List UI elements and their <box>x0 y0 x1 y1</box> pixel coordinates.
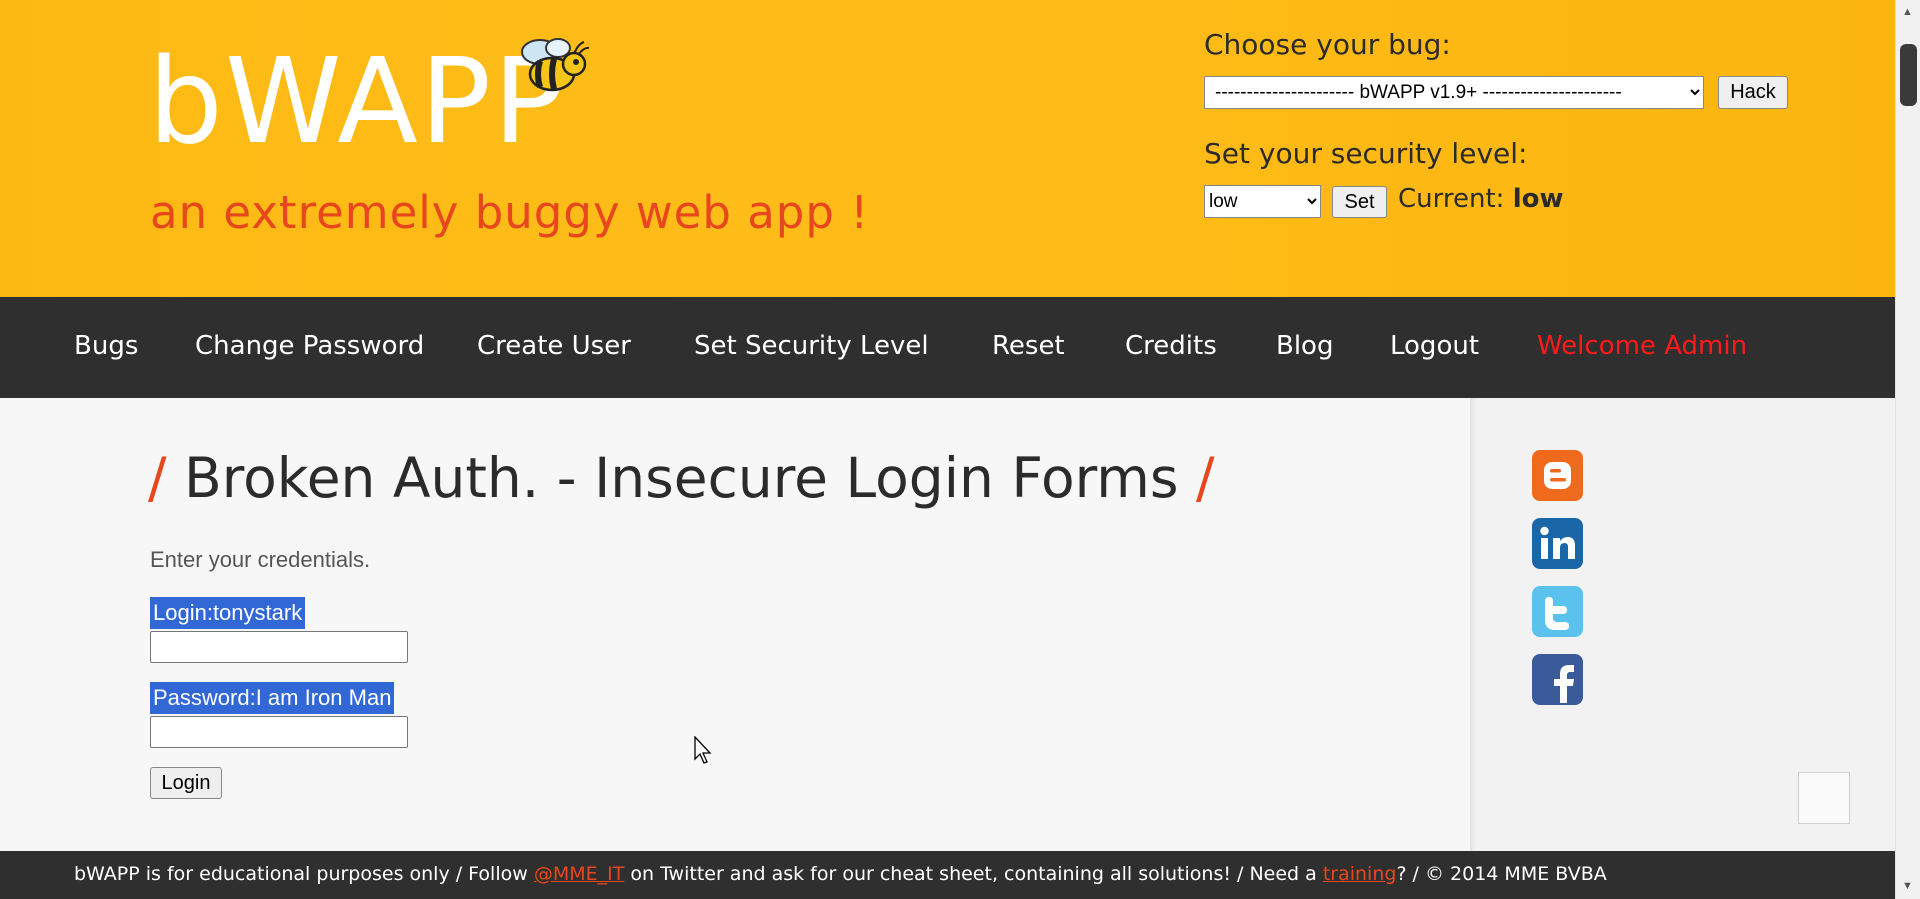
training-link[interactable]: training <box>1323 863 1397 885</box>
facebook-icon[interactable] <box>1532 654 1583 705</box>
logo: bWAPP <box>148 32 567 170</box>
nav-blog[interactable]: Blog <box>1276 331 1333 361</box>
password-input[interactable] <box>150 716 408 748</box>
footer-text: bWAPP is for educational purposes only /… <box>74 863 1607 885</box>
nav-change-password[interactable]: Change Password <box>195 331 424 361</box>
broken-image-icon <box>1798 772 1850 824</box>
scroll-down-icon[interactable]: ▼ <box>1902 880 1913 892</box>
current-label: Current: <box>1398 184 1513 214</box>
linkedin-icon[interactable] <box>1532 518 1583 569</box>
footer-text-1: bWAPP is for educational purposes only /… <box>74 863 534 885</box>
nav-credits[interactable]: Credits <box>1125 331 1217 361</box>
intro-text: Enter your credentials. <box>150 547 371 572</box>
choose-bug-label: Choose your bug: <box>1204 28 1451 61</box>
bug-select[interactable]: ---------------------- bWAPP v1.9+ -----… <box>1204 76 1704 109</box>
bee-icon <box>521 38 590 92</box>
security-level-label: Set your security level: <box>1204 137 1528 170</box>
security-level-select[interactable]: low <box>1204 185 1321 218</box>
mouse-cursor-icon <box>694 736 712 764</box>
login-input[interactable] <box>150 631 408 663</box>
nav-set-security-level[interactable]: Set Security Level <box>694 331 929 361</box>
title-slash-left: / <box>148 446 167 510</box>
nav-logout[interactable]: Logout <box>1390 331 1479 361</box>
twitter-icon[interactable] <box>1532 586 1583 637</box>
current-security-level: Current: low <box>1398 184 1563 214</box>
tagline: an extremely buggy web app ! <box>150 186 870 239</box>
password-label: Password:I am Iron Man <box>150 682 395 714</box>
footer-text-3: ? / © 2014 MME BVBA <box>1396 863 1607 885</box>
nav-bugs[interactable]: Bugs <box>74 331 138 361</box>
nav-reset[interactable]: Reset <box>992 331 1065 361</box>
current-value: low <box>1512 184 1564 214</box>
header: bWAPP an extremely buggy web app ! Choos… <box>0 0 1895 297</box>
scrollbar-thumb[interactable] <box>1900 44 1917 106</box>
blogger-icon[interactable] <box>1532 450 1583 501</box>
main-nav: Bugs Change Password Create User Set Sec… <box>0 297 1895 398</box>
footer-text-2: on Twitter and ask for our cheat sheet, … <box>624 863 1323 885</box>
set-button[interactable]: Set <box>1332 186 1387 218</box>
scroll-up-icon[interactable]: ▲ <box>1902 6 1913 18</box>
page-title: / Broken Auth. - Insecure Login Forms / <box>148 446 1215 510</box>
twitter-link[interactable]: @MME_IT <box>534 863 625 885</box>
nav-welcome[interactable]: Welcome Admin <box>1537 331 1747 361</box>
login-label: Login:tonystark <box>150 597 306 629</box>
vertical-scrollbar[interactable]: ▲ ▼ <box>1895 0 1920 899</box>
login-button[interactable]: Login <box>150 767 222 799</box>
page-title-text: Broken Auth. - Insecure Login Forms <box>184 446 1179 510</box>
hack-button[interactable]: Hack <box>1718 76 1788 109</box>
nav-create-user[interactable]: Create User <box>477 331 631 361</box>
footer: bWAPP is for educational purposes only /… <box>0 851 1895 899</box>
title-slash-right: / <box>1196 446 1215 510</box>
